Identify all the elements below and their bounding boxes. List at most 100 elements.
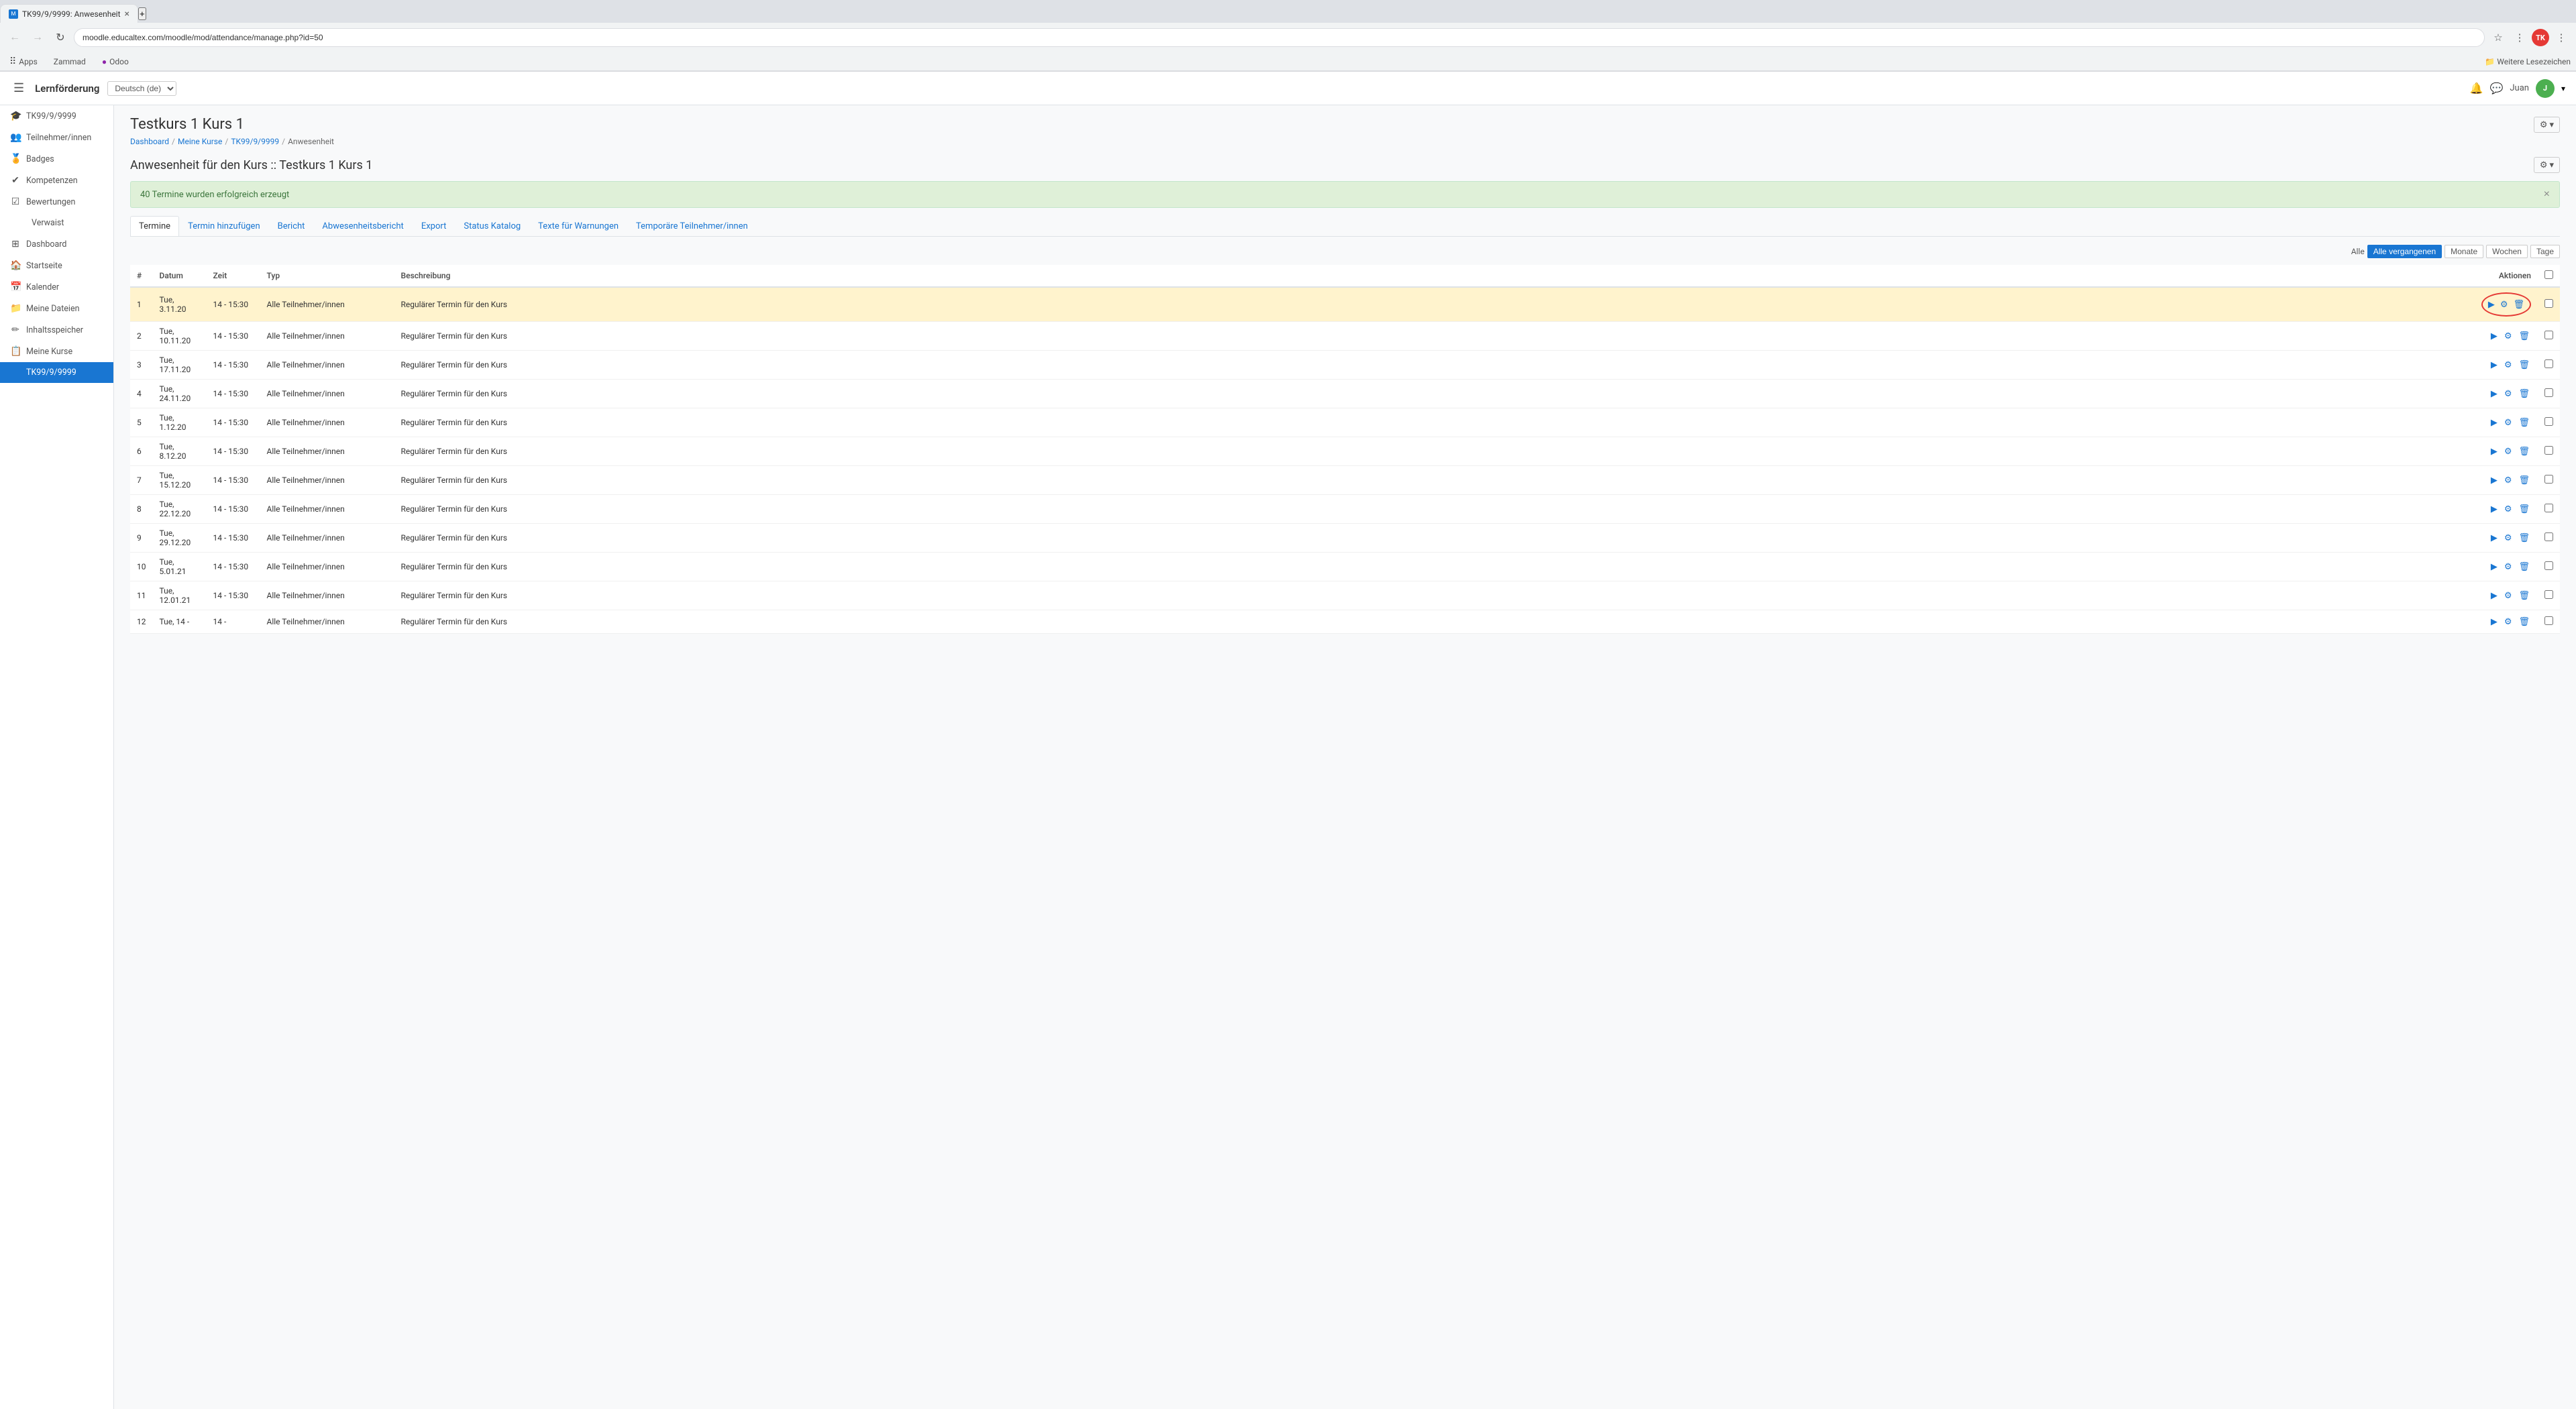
sidebar-item-kalender[interactable]: 📅 Kalender [0,276,113,298]
sidebar-item-tk99[interactable]: 🎓 TK99/9/9999 [0,105,113,127]
tab-close-btn[interactable]: × [125,9,129,19]
sidebar-item-meine-dateien[interactable]: 📁 Meine Dateien [0,298,113,319]
trash-btn[interactable]: 🗑 [2517,329,2531,343]
reload-btn[interactable]: ↻ [51,28,70,47]
alert-close-btn[interactable]: × [2544,188,2550,201]
tab-export[interactable]: Export [413,216,455,236]
sidebar-item-startseite[interactable]: 🏠 Startseite [0,255,113,276]
hamburger-btn[interactable]: ☰ [11,78,27,98]
section-gear-btn[interactable]: ⚙ ▾ [2534,157,2560,173]
cell-checkbox[interactable] [2538,581,2560,610]
active-tab[interactable]: M TK99/9/9999: Anwesenheit × [0,4,138,23]
breadcrumb-meine-kurse[interactable]: Meine Kurse [178,137,222,146]
play-btn[interactable]: ▶ [2487,298,2496,311]
tab-temporare-teilnehmer[interactable]: Temporäre Teilnehmer/innen [627,216,757,236]
gear-btn[interactable]: ⚙ [2499,298,2510,311]
trash-btn[interactable]: 🗑 [2517,387,2531,400]
tab-bericht[interactable]: Bericht [269,216,314,236]
tab-texte-warnungen[interactable]: Texte für Warnungen [529,216,627,236]
cell-checkbox[interactable] [2538,437,2560,466]
cell-checkbox[interactable] [2538,466,2560,495]
play-btn[interactable]: ▶ [2489,615,2499,628]
trash-btn[interactable]: 🗑 [2517,416,2531,429]
cell-checkbox[interactable] [2538,610,2560,634]
play-btn[interactable]: ▶ [2489,329,2499,343]
play-btn[interactable]: ▶ [2489,473,2499,487]
play-btn[interactable]: ▶ [2489,560,2499,573]
gear-btn[interactable]: ⚙ [2503,358,2514,372]
bookmark-odoo[interactable]: ● Odoo [98,56,133,68]
chrome-menu-btn[interactable]: ⋮ [2552,28,2571,47]
gear-btn[interactable]: ⚙ [2503,329,2514,343]
trash-btn[interactable]: 🗑 [2517,502,2531,516]
gear-btn[interactable]: ⚙ [2503,387,2514,400]
row-checkbox[interactable] [2544,446,2553,455]
forward-btn[interactable]: → [28,28,47,47]
gear-btn[interactable]: ⚙ [2503,416,2514,429]
breadcrumb-tk99[interactable]: TK99/9/9999 [231,137,279,146]
play-btn[interactable]: ▶ [2489,502,2499,516]
address-bar[interactable] [74,28,2485,47]
sidebar-item-inhaltsspeicher[interactable]: ✏ Inhaltsspeicher [0,319,113,341]
play-btn[interactable]: ▶ [2489,416,2499,429]
cell-checkbox[interactable] [2538,553,2560,581]
bookmark-zammad[interactable]: Zammad [50,56,90,68]
play-btn[interactable]: ▶ [2489,445,2499,458]
new-tab-btn[interactable]: + [138,7,146,20]
message-icon[interactable]: 💬 [2489,82,2503,95]
cell-checkbox[interactable] [2538,524,2560,553]
sidebar-item-dashboard[interactable]: ⊞ Dashboard [0,233,113,255]
row-checkbox[interactable] [2544,561,2553,570]
cell-checkbox[interactable] [2538,351,2560,380]
play-btn[interactable]: ▶ [2489,589,2499,602]
gear-btn[interactable]: ⚙ [2503,445,2514,458]
user-menu-btn[interactable]: ▾ [2561,84,2565,93]
tab-abwesenheitsbericht[interactable]: Abwesenheitsbericht [313,216,412,236]
trash-btn[interactable]: 🗑 [2517,560,2531,573]
filter-monate[interactable]: Monate [2445,245,2483,258]
extensions-btn[interactable]: ⋮ [2510,28,2529,47]
row-checkbox[interactable] [2544,299,2553,308]
cell-checkbox[interactable] [2538,322,2560,351]
gear-btn[interactable]: ⚙ [2503,589,2514,602]
th-checkbox[interactable] [2538,265,2560,287]
sidebar-item-teilnehmer[interactable]: 👥 Teilnehmer/innen [0,127,113,148]
bookmark-apps[interactable]: ⠿ Apps [5,55,42,68]
trash-btn[interactable]: 🗑 [2517,473,2531,487]
play-btn[interactable]: ▶ [2489,387,2499,400]
row-checkbox[interactable] [2544,359,2553,368]
page-gear-btn[interactable]: ⚙ ▾ [2534,117,2560,133]
sidebar-item-tk99-active[interactable]: TK99/9/9999 [0,362,113,383]
sidebar-item-verwaist[interactable]: Verwaist [0,213,113,233]
tab-termine[interactable]: Termine [130,216,179,236]
breadcrumb-dashboard[interactable]: Dashboard [130,137,169,146]
sidebar-item-meine-kurse[interactable]: 📋 Meine Kurse [0,341,113,362]
lang-selector[interactable]: Deutsch (de) [107,81,176,96]
bookmarks-folder[interactable]: 📁 Weitere Lesezeichen [2485,57,2571,66]
row-checkbox[interactable] [2544,388,2553,397]
row-checkbox[interactable] [2544,532,2553,541]
gear-btn[interactable]: ⚙ [2503,560,2514,573]
row-checkbox[interactable] [2544,475,2553,484]
trash-btn[interactable]: 🗑 [2517,358,2531,372]
trash-btn[interactable]: 🗑 [2517,589,2531,602]
gear-btn[interactable]: ⚙ [2503,615,2514,628]
filter-wochen[interactable]: Wochen [2486,245,2528,258]
row-checkbox[interactable] [2544,504,2553,512]
user-avatar[interactable]: J [2536,79,2555,98]
back-btn[interactable]: ← [5,28,24,47]
sidebar-item-badges[interactable]: 🏅 Badges [0,148,113,170]
select-all-checkbox[interactable] [2544,270,2553,279]
gear-btn[interactable]: ⚙ [2503,531,2514,545]
filter-alle-vergangenen[interactable]: Alle vergangenen [2367,245,2442,258]
trash-btn[interactable]: 🗑 [2517,531,2531,545]
notification-icon[interactable]: 🔔 [2470,82,2483,95]
chrome-profile-avatar[interactable]: TK [2532,29,2549,46]
bookmark-btn[interactable]: ☆ [2489,28,2508,47]
gear-btn[interactable]: ⚙ [2503,502,2514,516]
row-checkbox[interactable] [2544,590,2553,599]
sidebar-item-bewertungen[interactable]: ☑ Bewertungen [0,191,113,213]
trash-btn[interactable]: 🗑 [2512,298,2526,311]
sidebar-item-kompetenzen[interactable]: ✔ Kompetenzen [0,170,113,191]
cell-checkbox[interactable] [2538,380,2560,408]
